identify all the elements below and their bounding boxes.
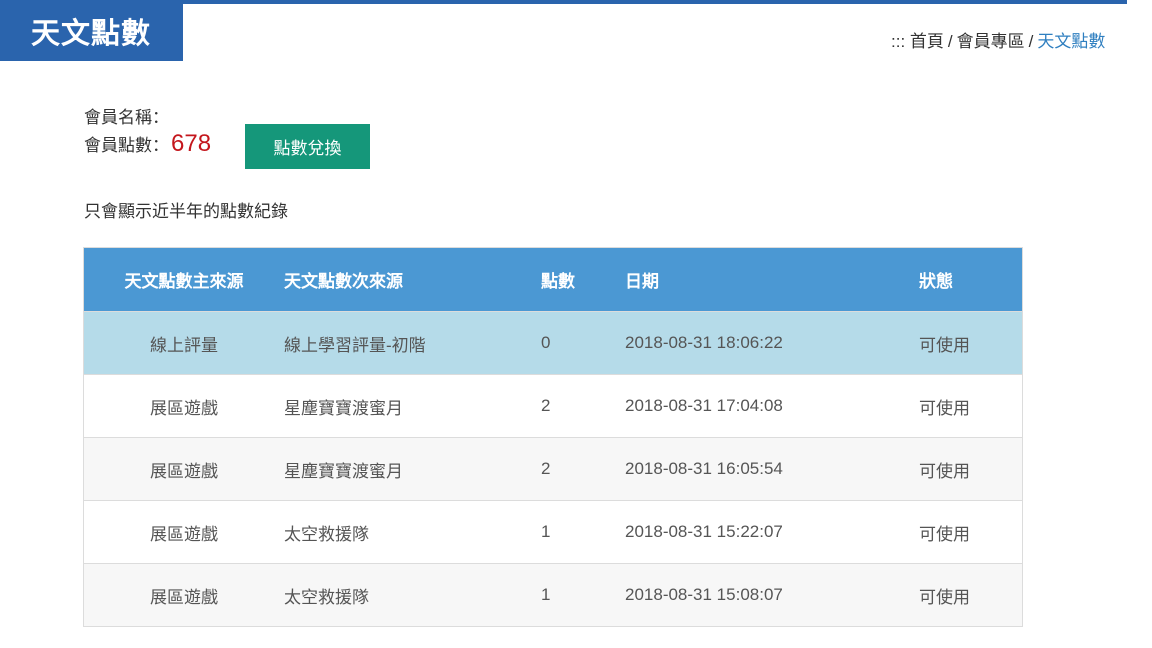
cell-status: 可使用 — [919, 563, 1023, 627]
redeem-points-button[interactable]: 點數兌換 — [245, 124, 370, 169]
cell-primary-source: 展區遊戲 — [83, 437, 284, 501]
table-row: 線上評量 線上學習評量-初階 0 2018-08-31 18:06:22 可使用 — [83, 311, 1023, 375]
page-title: 天文點數 — [0, 0, 183, 61]
cell-primary-source: 線上評量 — [83, 311, 284, 375]
cell-primary-source: 展區遊戲 — [83, 374, 284, 438]
cell-secondary-source: 星塵寶寶渡蜜月 — [284, 437, 541, 501]
records-notice: 只會顯示近半年的點數紀錄 — [84, 202, 288, 221]
header-points: 點數 — [541, 247, 625, 312]
member-points-row: 會員點數： 678 — [84, 130, 211, 158]
points-records-table: 天文點數主來源 天文點數次來源 點數 日期 狀態 線上評量 線上學習評量-初階 … — [83, 247, 1023, 627]
table-row: 展區遊戲 太空救援隊 1 2018-08-31 15:08:07 可使用 — [83, 563, 1023, 627]
cell-secondary-source: 星塵寶寶渡蜜月 — [284, 374, 541, 438]
header-secondary-source: 天文點數次來源 — [284, 247, 541, 312]
breadcrumb: ::: 首頁 / 會員專區 / 天文點數 — [891, 27, 1127, 52]
cell-points: 0 — [541, 311, 625, 375]
cell-primary-source: 展區遊戲 — [83, 563, 284, 627]
cell-date: 2018-08-31 16:05:54 — [625, 437, 919, 501]
cell-status: 可使用 — [919, 500, 1023, 564]
cell-primary-source: 展區遊戲 — [83, 500, 284, 564]
cell-date: 2018-08-31 18:06:22 — [625, 311, 919, 375]
cell-secondary-source: 太空救援隊 — [284, 563, 541, 627]
breadcrumb-prefix: ::: — [891, 32, 906, 51]
cell-secondary-source: 線上學習評量-初階 — [284, 311, 541, 375]
table-row: 展區遊戲 星塵寶寶渡蜜月 2 2018-08-31 17:04:08 可使用 — [83, 374, 1023, 438]
cell-status: 可使用 — [919, 311, 1023, 375]
table-row: 展區遊戲 星塵寶寶渡蜜月 2 2018-08-31 16:05:54 可使用 — [83, 437, 1023, 501]
cell-date: 2018-08-31 17:04:08 — [625, 374, 919, 438]
breadcrumb-separator: / — [947, 32, 953, 51]
cell-date: 2018-08-31 15:08:07 — [625, 563, 919, 627]
cell-points: 1 — [541, 563, 625, 627]
member-name-label: 會員名稱： — [84, 108, 169, 127]
table-row: 展區遊戲 太空救援隊 1 2018-08-31 15:22:07 可使用 — [83, 500, 1023, 564]
cell-secondary-source: 太空救援隊 — [284, 500, 541, 564]
table-header-row: 天文點數主來源 天文點數次來源 點數 日期 狀態 — [83, 247, 1023, 312]
cell-points: 2 — [541, 437, 625, 501]
breadcrumb-member-area-link[interactable]: 會員專區 — [957, 32, 1025, 51]
header-primary-source: 天文點數主來源 — [83, 247, 284, 312]
cell-status: 可使用 — [919, 437, 1023, 501]
member-name-row: 會員名稱： — [84, 103, 169, 128]
breadcrumb-home-link[interactable]: 首頁 — [910, 32, 944, 51]
member-points-value: 678 — [171, 130, 212, 157]
cell-date: 2018-08-31 15:22:07 — [625, 500, 919, 564]
breadcrumb-current-link[interactable]: 天文點數 — [1037, 32, 1105, 51]
header-date: 日期 — [625, 247, 919, 312]
breadcrumb-separator: / — [1028, 32, 1034, 51]
member-points-label: 會員點數： — [84, 136, 169, 155]
header-status: 狀態 — [919, 247, 1023, 312]
cell-points: 2 — [541, 374, 625, 438]
cell-points: 1 — [541, 500, 625, 564]
cell-status: 可使用 — [919, 374, 1023, 438]
